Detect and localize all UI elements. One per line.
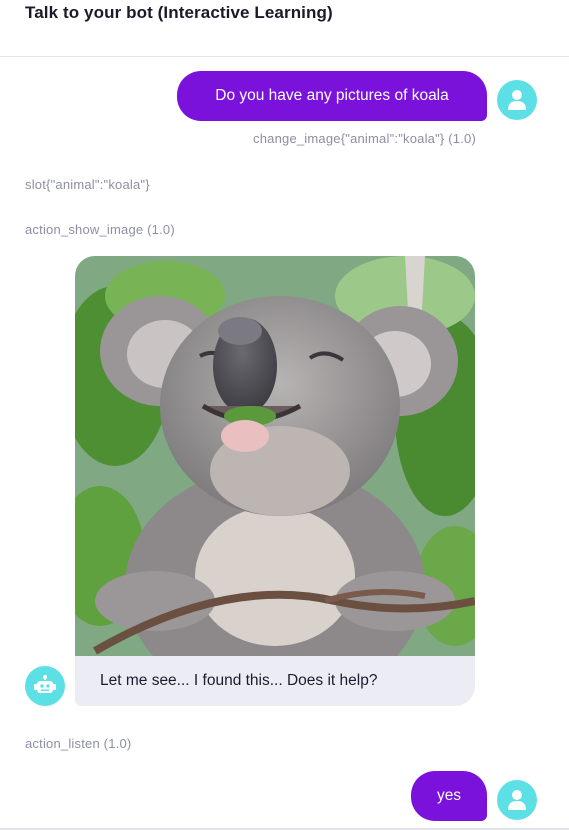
robot-icon <box>34 675 56 693</box>
user-avatar <box>497 80 537 120</box>
user-icon <box>508 90 526 110</box>
action-label: action_listen (1.0) <box>25 736 132 751</box>
bot-message-card: Let me see... I found this... Does it he… <box>75 256 475 706</box>
action-label: action_show_image (1.0) <box>25 222 175 237</box>
bot-avatar <box>25 666 65 706</box>
user-message: yes <box>411 771 487 821</box>
intent-label: change_image{"animal":"koala"} (1.0) <box>253 131 476 146</box>
page-title: Talk to your bot (Interactive Learning) <box>25 3 333 22</box>
bot-message-text: Let me see... I found this... Does it he… <box>100 672 378 689</box>
chat-header: Talk to your bot (Interactive Learning) <box>0 0 569 57</box>
user-message: Do you have any pictures of koala <box>177 71 487 121</box>
user-avatar <box>497 780 537 820</box>
user-icon <box>508 790 526 810</box>
slot-event: slot{"animal":"koala"} <box>25 177 150 192</box>
koala-image <box>75 256 475 656</box>
